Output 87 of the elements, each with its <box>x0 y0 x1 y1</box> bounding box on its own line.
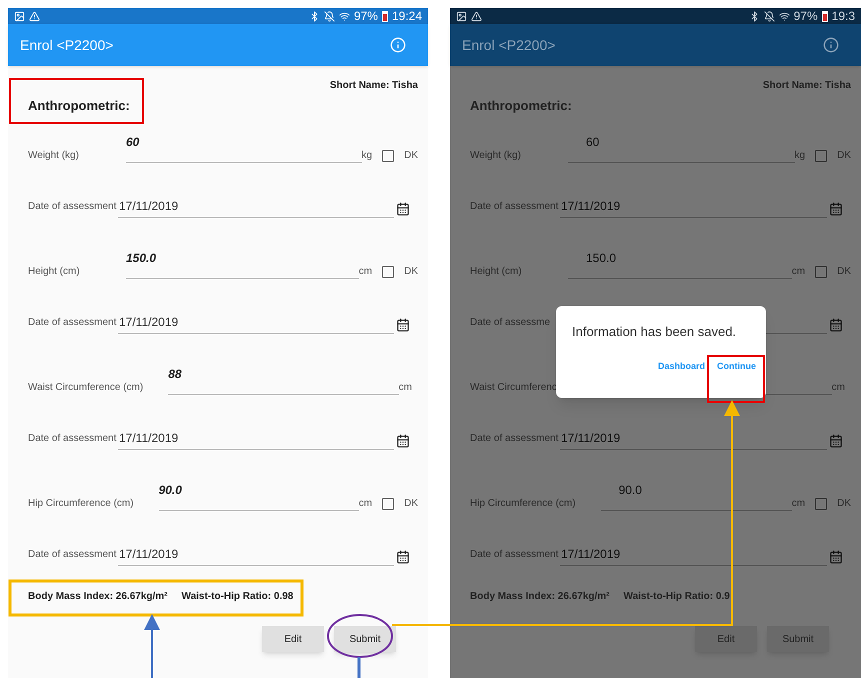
unit-label: kg <box>794 149 806 163</box>
field-label: Date of assessment <box>28 200 118 214</box>
checkbox[interactable] <box>815 498 828 510</box>
battery-icon <box>822 10 828 22</box>
dk-label: DK <box>404 497 418 511</box>
pointer-arrow <box>144 614 160 678</box>
field-label: Date of assessme <box>470 316 552 330</box>
section-title: Anthropometric: <box>470 98 572 113</box>
dk-label: DK <box>837 149 851 163</box>
date-field[interactable]: 17/11/2019 <box>118 310 394 334</box>
dk-label: DK <box>404 265 418 279</box>
ratio-text: Waist-to-Hip Ratio: 0.9 <box>624 590 730 604</box>
clock: 19:24 <box>392 8 422 25</box>
number-field[interactable]: 150.0 <box>568 249 792 279</box>
checkbox[interactable] <box>382 498 394 510</box>
bmi-text: Body Mass Index: 26.67kg/m² <box>470 590 610 604</box>
dk-label: DK <box>404 149 418 163</box>
highlight-frame <box>707 355 765 403</box>
unit-label: cm <box>358 265 372 279</box>
warning-icon <box>29 10 40 22</box>
wifi-icon <box>778 10 790 22</box>
field-label: Date of assessment <box>470 200 560 214</box>
field-label: Date of assessment <box>28 432 118 446</box>
image-icon <box>456 10 467 22</box>
unit-label: cm <box>792 265 806 279</box>
field-label: Date of assessment <box>470 548 560 562</box>
dialog-message: Information has been saved. <box>572 323 738 341</box>
field-label: Hip Circumference (cm) <box>470 497 577 511</box>
unit-label: kg <box>362 149 372 163</box>
field-label: Date of assessment <box>470 432 560 446</box>
field-label: Waist Circumference (cm) <box>28 381 144 395</box>
calendar-icon[interactable] <box>396 434 410 448</box>
date-field[interactable]: 17/11/2019 <box>118 426 394 450</box>
number-field[interactable]: 60 <box>568 133 795 163</box>
field-label: Weight (kg) <box>470 149 522 163</box>
unit-label: cm <box>358 497 372 511</box>
checkbox[interactable] <box>815 266 828 278</box>
field-label: Hip Circumference (cm) <box>28 497 135 511</box>
info-icon[interactable] <box>823 37 839 53</box>
bluetooth-icon <box>748 10 760 22</box>
battery-percent: 97% <box>794 8 818 25</box>
section-title: Anthropometric: <box>28 98 130 113</box>
unit-label: cm <box>792 497 806 511</box>
ratio-text: Waist-to-Hip Ratio: 0.98 <box>182 590 294 604</box>
clock: 19:3 <box>832 8 855 25</box>
action-button[interactable]: Edit <box>262 626 324 652</box>
mute-icon <box>764 10 775 22</box>
unit-label: cm <box>832 381 845 395</box>
short-name: Short Name: Tisha <box>762 79 851 93</box>
unit-label: cm <box>398 381 412 395</box>
image-icon <box>14 10 25 22</box>
checkbox[interactable] <box>382 150 394 162</box>
bluetooth-icon <box>308 10 320 22</box>
warning-icon <box>471 10 482 22</box>
checkbox[interactable] <box>382 266 394 278</box>
short-name: Short Name: Tisha <box>330 79 418 93</box>
date-field[interactable]: 17/11/2019 <box>118 542 394 566</box>
number-field[interactable]: 90.0 <box>600 481 792 511</box>
battery-percent: 97% <box>354 8 378 25</box>
action-button[interactable]: Submit <box>334 626 396 652</box>
calendar-icon[interactable] <box>396 318 410 332</box>
field-label: Height (cm) <box>470 265 523 279</box>
dk-label: DK <box>837 497 851 511</box>
number-field[interactable]: 60 <box>126 133 362 163</box>
number-field[interactable]: 150.0 <box>126 249 359 279</box>
app-title: Enrol <P2200> <box>462 36 556 54</box>
wifi-icon <box>338 10 350 22</box>
date-field[interactable]: 17/11/2019 <box>560 542 827 566</box>
date-field[interactable]: 17/11/2019 <box>560 194 827 218</box>
bmi-text: Body Mass Index: 26.67kg/m² <box>28 590 168 604</box>
field-label: Height (cm) <box>28 265 81 279</box>
calendar-icon[interactable] <box>396 202 410 216</box>
field-label: Waist Circumferenc <box>470 381 558 395</box>
field-label: Date of assessment <box>28 548 118 562</box>
date-field[interactable]: 17/11/2019 <box>560 426 827 450</box>
number-field[interactable]: 90.0 <box>158 481 359 511</box>
number-field[interactable]: 88 <box>168 365 399 395</box>
date-field[interactable]: 17/11/2019 <box>118 194 394 218</box>
dk-label: DK <box>837 265 851 279</box>
battery-icon <box>382 10 388 22</box>
field-label: Weight (kg) <box>28 149 80 163</box>
app-title: Enrol <P2200> <box>20 36 114 54</box>
field-label: Date of assessment <box>28 316 118 330</box>
mute-icon <box>324 10 335 22</box>
calendar-icon[interactable] <box>396 550 410 564</box>
highlight-ellipse <box>327 614 393 658</box>
checkbox[interactable] <box>815 150 828 162</box>
